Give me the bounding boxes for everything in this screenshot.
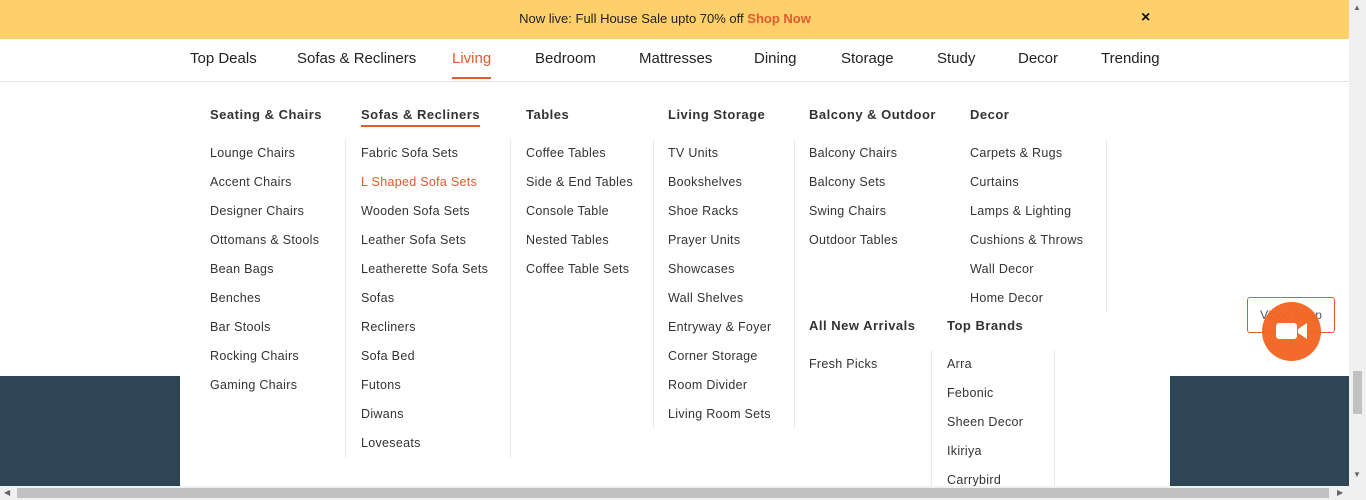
mega-menu-living: Seating & Chairs Lounge Chairs Accent Ch… [180,82,1170,486]
link-side-end-tables[interactable]: Side & End Tables [526,175,633,189]
nav-decor[interactable]: Decor [1018,50,1058,67]
link-diwans[interactable]: Diwans [361,407,404,421]
promo-text: Now live: Full House Sale upto 70% off S… [0,11,1330,26]
link-l-shaped-sofa-sets[interactable]: L Shaped Sofa Sets [361,175,477,189]
link-home-decor[interactable]: Home Decor [970,291,1043,305]
column-divider [653,140,654,428]
link-sofas[interactable]: Sofas [361,291,394,305]
link-bean-bags[interactable]: Bean Bags [210,262,274,276]
nav-storage[interactable]: Storage [841,50,894,67]
column-divider [1106,140,1107,312]
link-brand-sheen-decor[interactable]: Sheen Decor [947,415,1023,429]
link-bar-stools[interactable]: Bar Stools [210,320,271,334]
link-entryway-foyer[interactable]: Entryway & Foyer [668,320,771,334]
video-camera-button[interactable] [1262,302,1321,361]
link-balcony-chairs[interactable]: Balcony Chairs [809,146,897,160]
column-divider [1054,350,1055,486]
link-tv-units[interactable]: TV Units [668,146,718,160]
link-outdoor-tables[interactable]: Outdoor Tables [809,233,898,247]
video-camera-icon [1276,323,1307,339]
column-divider [931,350,932,486]
link-brand-arra[interactable]: Arra [947,357,972,371]
link-lounge-chairs[interactable]: Lounge Chairs [210,146,295,160]
link-designer-chairs[interactable]: Designer Chairs [210,204,304,218]
link-recliners[interactable]: Recliners [361,320,416,334]
main-nav: Top Deals Sofas & Recliners Living Bedro… [0,39,1349,82]
nav-living[interactable]: Living [452,50,492,79]
link-balcony-sets[interactable]: Balcony Sets [809,175,886,189]
link-swing-chairs[interactable]: Swing Chairs [809,204,886,218]
heading-seating-chairs[interactable]: Seating & Chairs [210,107,322,122]
shop-now-link[interactable]: Shop Now [747,11,811,26]
heading-all-new-arrivals[interactable]: All New Arrivals [809,318,916,333]
nav-mattresses[interactable]: Mattresses [639,50,712,67]
link-lamps-lighting[interactable]: Lamps & Lighting [970,204,1071,218]
close-icon[interactable]: × [1141,8,1150,28]
vertical-scrollbar[interactable]: ▲ ▼ [1349,0,1366,500]
link-coffee-table-sets[interactable]: Coffee Table Sets [526,262,629,276]
nav-sofas-recliners[interactable]: Sofas & Recliners [297,50,416,67]
promo-banner: Now live: Full House Sale upto 70% off S… [0,0,1349,39]
link-ottomans-stools[interactable]: Ottomans & Stools [210,233,319,247]
link-rocking-chairs[interactable]: Rocking Chairs [210,349,299,363]
link-sofa-bed[interactable]: Sofa Bed [361,349,415,363]
heading-living-storage[interactable]: Living Storage [668,107,765,122]
link-leather-sofa-sets[interactable]: Leather Sofa Sets [361,233,466,247]
column-divider [510,140,511,458]
link-leatherette-sofa-sets[interactable]: Leatherette Sofa Sets [361,262,488,276]
heading-decor[interactable]: Decor [970,107,1009,122]
link-loveseats[interactable]: Loveseats [361,436,421,450]
link-showcases[interactable]: Showcases [668,262,735,276]
column-divider [345,140,346,458]
link-accent-chairs[interactable]: Accent Chairs [210,175,292,189]
promo-message: Now live: Full House Sale upto 70% off [519,11,744,26]
heading-sofas-recliners[interactable]: Sofas & Recliners [361,107,481,127]
nav-living-label: Living [452,50,492,67]
heading-tables[interactable]: Tables [526,107,569,122]
horizontal-scrollbar[interactable]: ◀ ▶ [0,486,1349,500]
nav-study[interactable]: Study [937,50,975,67]
link-futons[interactable]: Futons [361,378,401,392]
scroll-right-icon[interactable]: ▶ [1337,488,1343,498]
link-brand-carrybird[interactable]: Carrybird [947,473,1001,486]
scroll-up-icon[interactable]: ▲ [1353,3,1361,13]
link-cushions-throws[interactable]: Cushions & Throws [970,233,1083,247]
link-brand-febonic[interactable]: Febonic [947,386,994,400]
link-living-room-sets[interactable]: Living Room Sets [668,407,771,421]
link-benches[interactable]: Benches [210,291,261,305]
link-fabric-sofa-sets[interactable]: Fabric Sofa Sets [361,146,458,160]
link-carpets-rugs[interactable]: Carpets & Rugs [970,146,1062,160]
link-wooden-sofa-sets[interactable]: Wooden Sofa Sets [361,204,470,218]
scroll-down-icon[interactable]: ▼ [1353,470,1361,480]
link-console-table[interactable]: Console Table [526,204,609,218]
link-coffee-tables[interactable]: Coffee Tables [526,146,606,160]
link-fresh-picks[interactable]: Fresh Picks [809,357,878,371]
link-nested-tables[interactable]: Nested Tables [526,233,609,247]
link-corner-storage[interactable]: Corner Storage [668,349,758,363]
scroll-left-icon[interactable]: ◀ [4,488,10,498]
link-wall-decor[interactable]: Wall Decor [970,262,1034,276]
nav-dining[interactable]: Dining [754,50,797,67]
link-curtains[interactable]: Curtains [970,175,1019,189]
heading-top-brands[interactable]: Top Brands [947,318,1023,333]
nav-trending[interactable]: Trending [1101,50,1160,67]
link-gaming-chairs[interactable]: Gaming Chairs [210,378,297,392]
link-prayer-units[interactable]: Prayer Units [668,233,740,247]
nav-bedroom[interactable]: Bedroom [535,50,596,67]
heading-balcony-outdoor[interactable]: Balcony & Outdoor [809,107,936,122]
link-bookshelves[interactable]: Bookshelves [668,175,742,189]
nav-active-underline [452,77,492,79]
nav-top-deals[interactable]: Top Deals [190,50,257,67]
link-brand-ikiriya[interactable]: Ikiriya [947,444,982,458]
column-divider [794,140,795,428]
link-shoe-racks[interactable]: Shoe Racks [668,204,738,218]
link-wall-shelves[interactable]: Wall Shelves [668,291,743,305]
horizontal-scroll-thumb[interactable] [17,488,1329,498]
link-room-divider[interactable]: Room Divider [668,378,747,392]
vertical-scroll-thumb[interactable] [1353,371,1362,414]
